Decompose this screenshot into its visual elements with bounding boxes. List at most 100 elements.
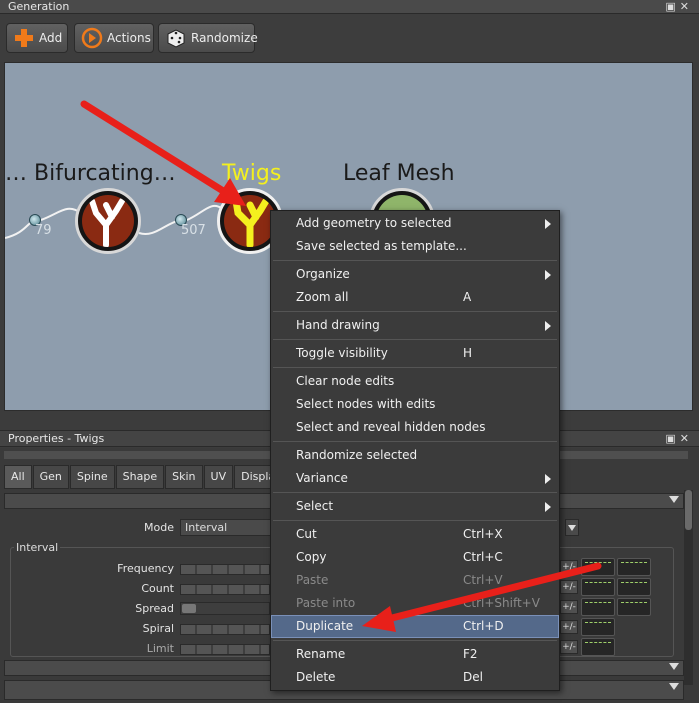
generation-panel-title: Generation xyxy=(8,0,70,13)
add-button[interactable]: Add xyxy=(6,23,68,53)
menu-item-zoom-all[interactable]: Zoom all A xyxy=(271,286,559,309)
tab-uv[interactable]: UV xyxy=(203,465,234,489)
menu-item-clear-node-edits[interactable]: Clear node edits xyxy=(271,370,559,393)
menu-item-label: Select nodes with edits xyxy=(296,397,436,411)
menu-item-shortcut: H xyxy=(463,346,473,360)
plus-minus-button[interactable]: +/- xyxy=(560,620,578,634)
menu-item-label: Paste into xyxy=(296,596,356,610)
menu-item-label: Select and reveal hidden nodes xyxy=(296,420,486,434)
curve-editor[interactable] xyxy=(617,558,651,576)
curve-editor[interactable] xyxy=(617,578,651,596)
menu-item-select-nodes-edits[interactable]: Select nodes with edits xyxy=(271,393,559,416)
curve-editor[interactable] xyxy=(581,598,615,616)
panel-window-icons[interactable]: ▣✕ xyxy=(665,431,693,447)
twig-branch-icon xyxy=(224,195,276,247)
menu-item-label: Organize xyxy=(296,267,350,281)
curve-editor[interactable] xyxy=(581,578,615,596)
menu-item-rename[interactable]: Rename F2 xyxy=(271,643,559,666)
mode-select[interactable]: Interval xyxy=(180,519,272,536)
menu-item-variance[interactable]: Variance xyxy=(271,467,559,490)
limit-slider[interactable] xyxy=(180,644,270,655)
menu-item-label: Select xyxy=(296,499,334,513)
plus-minus-button[interactable]: +/- xyxy=(560,580,578,594)
menu-item-label: Variance xyxy=(296,471,348,485)
spiral-slider[interactable] xyxy=(180,624,270,635)
menu-item-select-reveal-hidden[interactable]: Select and reveal hidden nodes xyxy=(271,416,559,439)
menu-item-shortcut: Ctrl+C xyxy=(463,550,503,564)
menu-item-shortcut: Ctrl+V xyxy=(463,573,503,587)
menu-separator xyxy=(273,367,557,368)
param-label-frequency: Frequency xyxy=(117,562,174,575)
menu-separator xyxy=(273,640,557,641)
chevron-down-icon xyxy=(669,663,679,670)
menu-separator xyxy=(273,492,557,493)
frequency-slider[interactable] xyxy=(180,564,270,575)
tree-branch-icon xyxy=(82,195,134,247)
plus-minus-button[interactable]: +/- xyxy=(560,640,578,654)
menu-item-select[interactable]: Select xyxy=(271,495,559,518)
menu-separator xyxy=(273,311,557,312)
count-slider[interactable] xyxy=(180,584,270,595)
curve-editor[interactable] xyxy=(581,618,615,636)
menu-item-label: Copy xyxy=(296,550,327,564)
menu-item-randomize-selected[interactable]: Randomize selected xyxy=(271,444,559,467)
slider-handle[interactable] xyxy=(182,604,196,613)
menu-item-label: Hand drawing xyxy=(296,318,380,332)
chevron-down-icon xyxy=(669,496,679,503)
curve-editor[interactable] xyxy=(581,638,615,656)
tab-shape[interactable]: Shape xyxy=(115,465,165,489)
menu-item-label: Paste xyxy=(296,573,329,587)
tab-gen[interactable]: Gen xyxy=(32,465,69,489)
plus-minus-button[interactable]: +/- xyxy=(560,600,578,614)
param-label-spiral: Spiral xyxy=(142,622,174,635)
port-count-label: 79 xyxy=(35,223,52,238)
menu-item-label: Zoom all xyxy=(296,290,349,304)
param-label-count: Count xyxy=(141,582,174,595)
properties-tabs: All Gen Spine Shape Skin UV Displac xyxy=(4,465,289,489)
menu-separator xyxy=(273,339,557,340)
curve-editor[interactable] xyxy=(581,558,615,576)
curve-editor[interactable] xyxy=(617,598,651,616)
menu-item-label: Randomize selected xyxy=(296,448,418,462)
menu-item-paste: Paste Ctrl+V xyxy=(271,569,559,592)
randomize-button[interactable]: Randomize xyxy=(158,23,258,53)
panel-window-icons[interactable]: ▣✕ xyxy=(665,0,693,13)
spread-slider[interactable] xyxy=(180,602,270,615)
actions-button[interactable]: Actions xyxy=(74,23,154,53)
menu-item-label: Duplicate xyxy=(296,619,354,633)
menu-item-delete[interactable]: Delete Del xyxy=(271,666,559,689)
chevron-down-icon xyxy=(669,683,679,690)
submenu-arrow-icon xyxy=(545,474,551,484)
menu-item-add-geometry[interactable]: Add geometry to selected xyxy=(271,212,559,235)
bifurcating-node[interactable] xyxy=(75,188,141,254)
node-title-leaf-mesh: Leaf Mesh xyxy=(343,161,455,186)
generation-panel-titlebar: Generation ▣✕ xyxy=(0,0,699,14)
add-button-label: Add xyxy=(39,31,63,45)
plus-minus-button[interactable]: +/- xyxy=(560,560,578,574)
mode-label: Mode xyxy=(144,521,174,534)
mode-dropdown-button[interactable] xyxy=(565,519,579,536)
menu-item-organize[interactable]: Organize xyxy=(271,263,559,286)
menu-item-copy[interactable]: Copy Ctrl+C xyxy=(271,546,559,569)
node-title-bifurcating: … Bifurcating… xyxy=(5,161,176,186)
tab-all[interactable]: All xyxy=(4,465,32,489)
menu-item-toggle-visibility[interactable]: Toggle visibility H xyxy=(271,342,559,365)
menu-item-save-template[interactable]: Save selected as template... xyxy=(271,235,559,258)
submenu-arrow-icon xyxy=(545,502,551,512)
scrollbar-thumb[interactable] xyxy=(685,490,692,530)
menu-separator xyxy=(273,260,557,261)
menu-item-label: Add geometry to selected xyxy=(296,216,452,230)
submenu-arrow-icon xyxy=(545,321,551,331)
chevron-down-icon xyxy=(568,525,576,531)
tab-skin[interactable]: Skin xyxy=(165,465,203,489)
tab-spine[interactable]: Spine xyxy=(69,465,115,489)
menu-item-duplicate[interactable]: Duplicate Ctrl+D xyxy=(271,615,559,638)
menu-item-hand-drawing[interactable]: Hand drawing xyxy=(271,314,559,337)
add-plus-icon xyxy=(13,27,35,49)
menu-item-label: Save selected as template... xyxy=(296,239,467,253)
menu-item-shortcut: Ctrl+X xyxy=(463,527,503,541)
menu-item-label: Clear node edits xyxy=(296,374,395,388)
param-label-spread: Spread xyxy=(135,602,174,615)
menu-item-cut[interactable]: Cut Ctrl+X xyxy=(271,523,559,546)
actions-icon xyxy=(81,27,103,49)
